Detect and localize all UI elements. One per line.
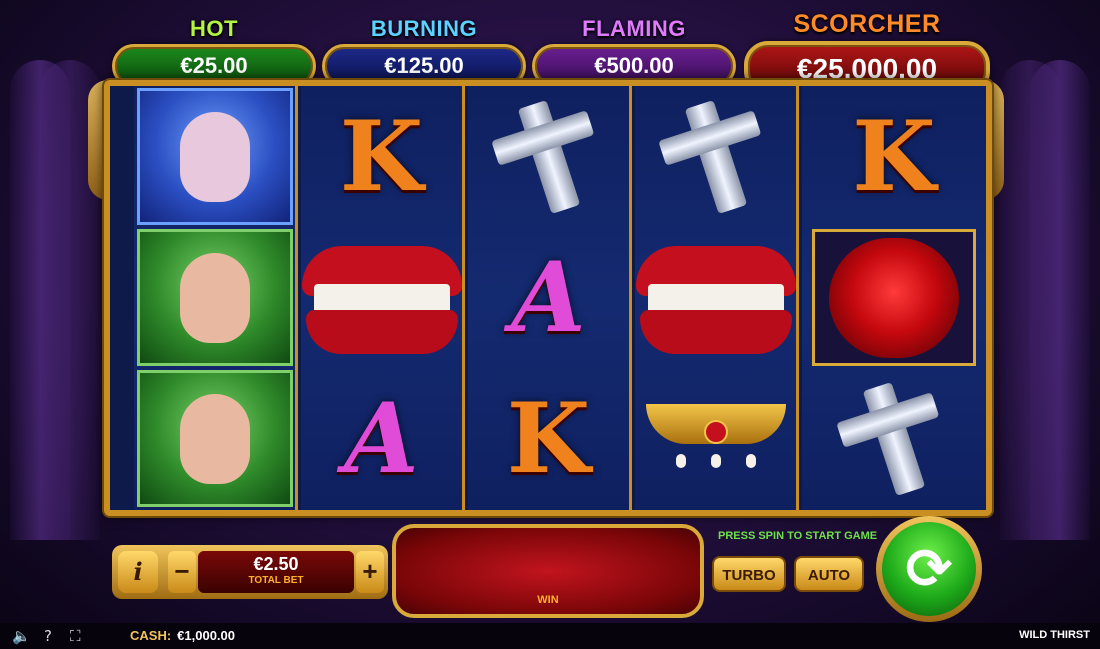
hero-man-icon — [136, 229, 293, 366]
symbol-a: A — [468, 227, 629, 368]
turbo-button[interactable]: TURBO — [712, 556, 786, 592]
symbol-k: K — [802, 86, 986, 227]
vampire-lips-icon — [301, 238, 462, 358]
cash-label: CASH: — [130, 628, 172, 643]
jackpot-hot: HOT €25.00 — [112, 16, 316, 88]
reel-4 — [635, 86, 799, 510]
symbol-vampire-lips — [301, 227, 462, 368]
symbol-k: K — [301, 86, 462, 227]
press-spin-message: PRESS SPIN TO START GAME — [718, 530, 878, 542]
total-bet-amount: €2.50 — [253, 554, 299, 574]
info-button[interactable]: i — [118, 551, 158, 593]
spin-button[interactable]: ⟳ — [876, 516, 982, 622]
gold-necklace-icon — [645, 394, 786, 484]
symbol-a: A — [301, 368, 462, 509]
sound-icon[interactable]: 🔈 — [12, 627, 31, 645]
jackpot-scorcher-title: SCORCHER — [793, 10, 941, 38]
game-name: WILD THIRST — [1019, 629, 1090, 641]
game-stage: HOT €25.00 BURNING €125.00 FLAMING €500.… — [0, 0, 1100, 649]
jackpot-burning-title: BURNING — [370, 16, 478, 41]
letter-a-icon: A — [344, 381, 419, 495]
reel-grid: K A A K K — [104, 80, 992, 516]
jackpot-hot-title: HOT — [190, 16, 238, 41]
letter-k-icon: K — [339, 99, 424, 213]
silver-cross-icon — [684, 99, 747, 214]
silver-cross-icon — [517, 99, 580, 214]
silver-cross-icon — [862, 381, 926, 496]
rose-frame — [812, 229, 976, 366]
spin-arrows-icon: ⟳ — [882, 522, 976, 616]
jackpot-burning: BURNING €125.00 — [322, 16, 526, 88]
symbol-k: K — [468, 368, 629, 509]
letter-a-icon: A — [511, 240, 586, 354]
total-bet-display: €2.50 TOTAL BET — [198, 551, 354, 593]
symbol-vampire-woman — [134, 86, 295, 227]
symbol-hero-man — [134, 368, 295, 509]
letter-k-icon: K — [852, 99, 936, 213]
symbol-silver-cross — [802, 368, 986, 509]
win-label: WIN — [537, 594, 559, 606]
hero-man-icon — [136, 370, 293, 507]
reel-3: A K — [468, 86, 632, 510]
red-rose-icon — [829, 237, 959, 358]
symbol-red-rose — [802, 227, 986, 368]
symbol-vampire-lips — [635, 227, 796, 368]
reel-5: K — [802, 86, 986, 510]
vampire-lips-icon — [635, 238, 796, 358]
total-bet-label: TOTAL BET — [248, 575, 304, 586]
win-display: WIN — [392, 524, 704, 618]
decrease-bet-button[interactable]: − — [168, 551, 196, 593]
letter-k-icon: K — [506, 381, 591, 495]
symbol-hero-man — [134, 227, 295, 368]
fullscreen-icon[interactable]: ⛶ — [70, 627, 81, 645]
reel-1 — [134, 86, 298, 510]
symbol-silver-cross — [468, 86, 629, 227]
auto-button[interactable]: AUTO — [794, 556, 864, 592]
help-icon[interactable]: ? — [44, 627, 52, 645]
jackpot-scorcher: SCORCHER €25,000.00 — [744, 10, 990, 95]
vampire-woman-icon — [136, 88, 293, 225]
bet-panel: i − €2.50 TOTAL BET + — [112, 545, 388, 599]
symbol-gold-necklace — [635, 368, 796, 509]
increase-bet-button[interactable]: + — [356, 551, 384, 593]
jackpot-flaming-title: FLAMING — [582, 16, 686, 41]
reel-2: K A — [301, 86, 465, 510]
cash-display: CASH: €1,000.00 — [130, 628, 235, 643]
symbol-silver-cross — [635, 86, 796, 227]
jackpot-flaming: FLAMING €500.00 — [532, 16, 736, 88]
footer-bar: 🔈 ? ⛶ CASH: €1,000.00 WILD THIRST — [0, 623, 1100, 649]
background-pillar — [1000, 60, 1060, 540]
cash-value: €1,000.00 — [177, 628, 236, 643]
